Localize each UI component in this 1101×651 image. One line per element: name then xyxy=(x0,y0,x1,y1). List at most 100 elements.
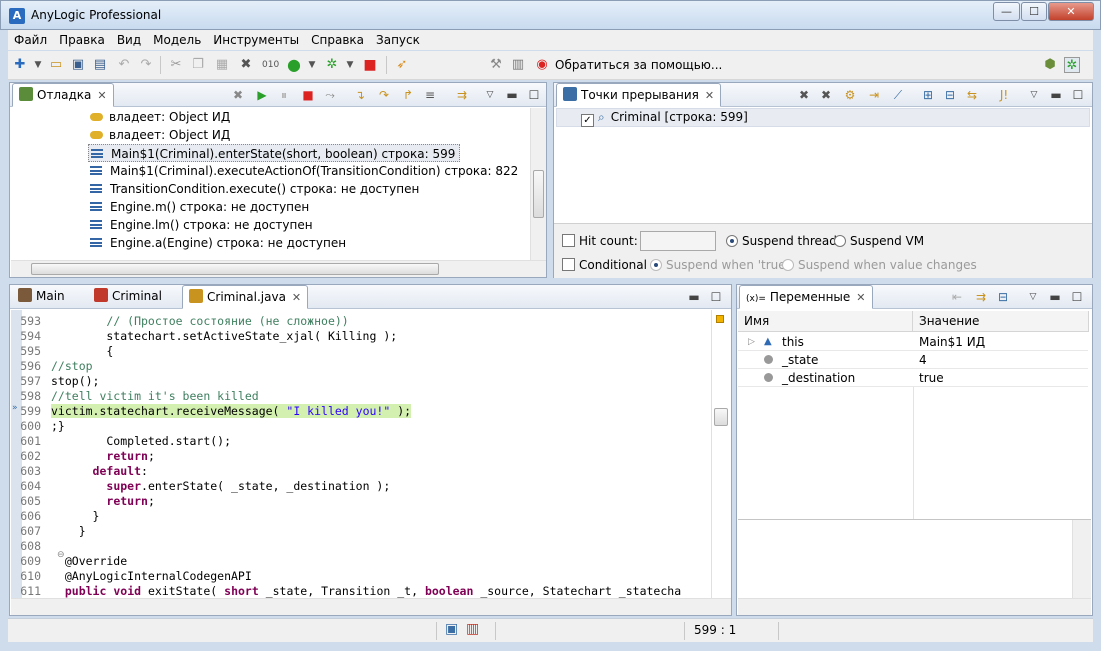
debug-icon[interactable]: ✲ xyxy=(324,57,340,73)
debug-vertical-scrollbar[interactable] xyxy=(530,108,546,260)
code-line[interactable]: 604 super.enterState( _state, _destinati… xyxy=(11,479,711,494)
help-link[interactable]: Обратиться за помощью... xyxy=(555,58,722,72)
disconnect-icon[interactable]: ⤳ xyxy=(322,87,338,103)
debug-tree-row-selected[interactable]: Main$1(Criminal).enterState(short, boole… xyxy=(88,144,461,162)
maximize-view-icon[interactable]: ☐ xyxy=(1069,289,1085,305)
remove-terminated-icon[interactable]: ✖ xyxy=(230,87,246,103)
resume-icon[interactable]: ▶ xyxy=(254,87,270,103)
menu-tools[interactable]: Инструменты xyxy=(207,30,305,50)
menu-view[interactable]: Вид xyxy=(111,30,147,50)
model-explorer-icon[interactable]: ▥ xyxy=(510,57,526,73)
menu-run[interactable]: Запуск xyxy=(370,30,426,50)
hit-count-checkbox[interactable]: Hit count: xyxy=(562,234,638,248)
minimize-view-icon[interactable]: ▬ xyxy=(1047,289,1063,305)
expand-all-icon[interactable]: ⊞ xyxy=(920,87,936,103)
code-line[interactable]: 598//tell victim it's been killed xyxy=(11,389,711,404)
add-exception-breakpoint-icon[interactable]: J! xyxy=(996,87,1012,103)
variable-row[interactable]: _state 4 xyxy=(738,351,1088,369)
close-icon[interactable]: ✕ xyxy=(97,89,106,102)
menu-help[interactable]: Справка xyxy=(305,30,370,50)
save-icon[interactable]: ▣ xyxy=(70,57,86,73)
variable-row[interactable]: _destination true xyxy=(738,369,1088,387)
tab-debug[interactable]: Отладка ✕ xyxy=(12,83,114,107)
open-icon[interactable]: ▭ xyxy=(48,57,64,73)
debug-perspective-icon[interactable]: ✲ xyxy=(1064,57,1080,73)
hit-count-input[interactable] xyxy=(640,231,716,251)
new-dropdown-icon[interactable]: ▼ xyxy=(30,57,46,73)
code-line[interactable]: 603 default: xyxy=(11,464,711,479)
variable-detail-pane[interactable] xyxy=(738,520,1091,598)
menu-model[interactable]: Модель xyxy=(147,30,207,50)
rocket-icon[interactable]: ➶ xyxy=(394,57,410,73)
view-menu-icon[interactable]: ▽ xyxy=(482,87,498,103)
show-logical-structure-icon[interactable]: ⇉ xyxy=(973,289,989,305)
minimize-view-icon[interactable]: ▬ xyxy=(504,87,520,103)
detail-horizontal-scrollbar[interactable] xyxy=(738,598,1091,615)
tab-criminal[interactable]: Criminal xyxy=(88,285,168,309)
lifebuoy-icon[interactable]: ◉ xyxy=(534,57,550,73)
suspend-when-changes-radio[interactable]: Suspend when value changes xyxy=(782,258,977,272)
debug-tree-row[interactable]: Main$1(Criminal).executeActionOf(Transit… xyxy=(90,162,518,180)
breakpoint-checkbox[interactable]: ✓ xyxy=(581,114,594,127)
build-icon[interactable]: 010 xyxy=(262,57,279,73)
maximize-view-icon[interactable]: ☐ xyxy=(708,289,724,305)
step-return-icon[interactable]: ↱ xyxy=(400,87,416,103)
paste-icon[interactable]: ▦ xyxy=(214,57,230,73)
delete-icon[interactable]: ✖ xyxy=(238,57,254,73)
save-all-icon[interactable]: ▤ xyxy=(92,57,108,73)
code-line[interactable]: 610 @AnyLogicInternalCodegenAPI xyxy=(11,569,711,584)
menu-file[interactable]: Файл xyxy=(8,30,53,50)
breakpoint-item[interactable]: ✓ ⌕ Criminal [строка: 599] xyxy=(556,108,1090,127)
tab-main[interactable]: Main xyxy=(12,285,71,309)
new-model-icon[interactable]: ✚ xyxy=(12,57,28,73)
suspend-icon[interactable]: ⏸ xyxy=(276,87,292,103)
collapse-all-icon[interactable]: ⊟ xyxy=(995,289,1011,305)
show-type-names-icon[interactable]: ⇤ xyxy=(949,289,965,305)
remove-all-breakpoints-icon[interactable]: ✖ xyxy=(818,87,834,103)
minimize-view-icon[interactable]: ▬ xyxy=(686,289,702,305)
copy-icon[interactable]: ❐ xyxy=(190,57,206,73)
code-line[interactable]: 609 @Override xyxy=(11,554,711,569)
view-menu-icon[interactable]: ▽ xyxy=(1025,289,1041,305)
suspend-thread-radio[interactable]: Suspend thread xyxy=(726,234,837,248)
conditional-checkbox[interactable]: Conditional xyxy=(562,258,647,272)
close-icon[interactable]: ✕ xyxy=(705,89,714,102)
modeling-perspective-icon[interactable]: ⬢ xyxy=(1042,57,1058,73)
code-line[interactable]: 596//stop xyxy=(11,359,711,374)
view-menu-icon[interactable]: ▽ xyxy=(1026,87,1042,103)
close-icon[interactable]: ✕ xyxy=(856,291,865,304)
wand-icon[interactable]: ⚒ xyxy=(488,57,504,73)
maximize-view-icon[interactable]: ☐ xyxy=(526,87,542,103)
close-button[interactable]: ✕ xyxy=(1048,2,1094,21)
debug-tree-row[interactable]: владеет: Object ИД xyxy=(90,108,230,126)
menu-edit[interactable]: Правка xyxy=(53,30,111,50)
cut-icon[interactable]: ✂ xyxy=(168,57,184,73)
minimize-view-icon[interactable]: ▬ xyxy=(1048,87,1064,103)
code-line[interactable]: 607 } xyxy=(11,524,711,539)
suspend-vm-radio[interactable]: Suspend VM xyxy=(834,234,924,248)
debug-dropdown-icon[interactable]: ▼ xyxy=(342,57,358,73)
problems-icon[interactable]: ▥ xyxy=(466,621,479,637)
debug-tree-row[interactable]: TransitionCondition.execute() строка: не… xyxy=(90,180,419,198)
code-line[interactable]: 597 stop(); xyxy=(11,374,711,389)
debug-horizontal-scrollbar[interactable] xyxy=(11,260,546,277)
tab-variables[interactable]: (x)= Переменные ✕ xyxy=(739,285,873,309)
code-line[interactable]: 606 } xyxy=(11,509,711,524)
variable-row[interactable]: ▷ ▲ this Main$1 ИД xyxy=(738,333,1088,351)
editor-overview-ruler[interactable] xyxy=(711,310,731,598)
step-into-icon[interactable]: ↴ xyxy=(352,87,368,103)
skip-breakpoints-icon[interactable]: ⟋ xyxy=(890,87,906,103)
code-line[interactable]: 602 return; xyxy=(11,449,711,464)
maximize-view-icon[interactable]: ☐ xyxy=(1070,87,1086,103)
close-icon[interactable]: ✕ xyxy=(292,291,301,304)
stop-icon[interactable]: ■ xyxy=(362,57,378,73)
collapse-all-icon[interactable]: ⊟ xyxy=(942,87,958,103)
undo-icon[interactable]: ↶ xyxy=(116,57,132,73)
link-with-debug-icon[interactable]: ⇆ xyxy=(964,87,980,103)
console-icon[interactable]: ▣ xyxy=(445,621,458,637)
debug-tree-row[interactable]: Engine.m() строка: не доступен xyxy=(90,198,309,216)
code-line[interactable]: 605 return; xyxy=(11,494,711,509)
column-header-value[interactable]: Значение xyxy=(913,311,1089,332)
debug-tree-row[interactable]: Engine.a(Engine) строка: не доступен xyxy=(90,234,346,252)
code-line[interactable]: 595 { xyxy=(11,344,711,359)
